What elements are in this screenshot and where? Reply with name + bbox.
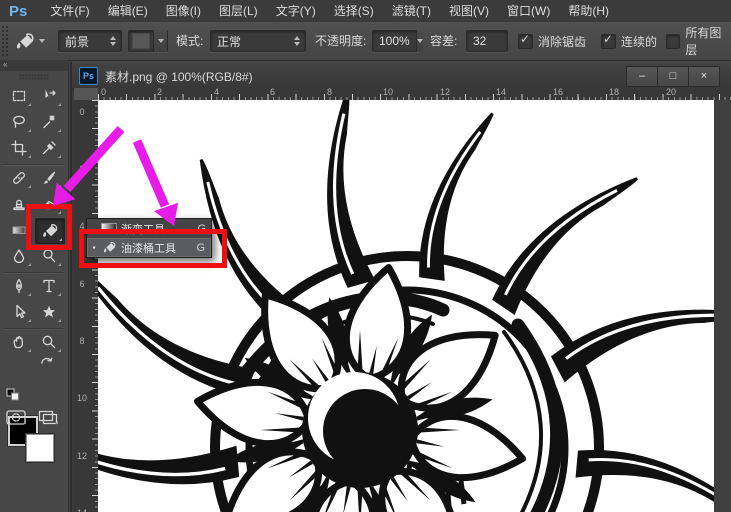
- rectangular-marquee-icon: [11, 88, 27, 104]
- photoshop-logo: Ps: [9, 3, 27, 20]
- all-layers-label: 所有图层: [685, 24, 731, 58]
- custom-shape-icon: [41, 304, 57, 320]
- tool-crop[interactable]: [5, 136, 33, 160]
- background-color-swatch[interactable]: [26, 434, 54, 462]
- pattern-swatch-select[interactable]: [128, 30, 168, 52]
- dodge-icon: [41, 248, 57, 264]
- document-tab[interactable]: Ps 素材.png @ 100%(RGB/8#) – □ ×: [72, 62, 731, 90]
- mode-label: 模式:: [176, 30, 203, 52]
- screen-mode-button[interactable]: [36, 408, 60, 426]
- zoom-icon: [41, 334, 57, 350]
- menu-edit[interactable]: 编辑(E): [99, 0, 157, 22]
- gradient-icon: [11, 222, 27, 238]
- panel-grip[interactable]: [19, 74, 49, 80]
- pasteboard: [714, 100, 731, 512]
- tool-magic-wand[interactable]: [35, 110, 63, 134]
- tool-horizontal-type[interactable]: [35, 274, 63, 298]
- tool-pen[interactable]: [5, 274, 33, 298]
- highlight-box-tool: [26, 204, 72, 250]
- checkbox-box: ✓: [601, 34, 616, 49]
- close-button[interactable]: ×: [689, 67, 719, 86]
- spinner-arrows-icon: [294, 36, 300, 46]
- quick-mask-button[interactable]: [4, 408, 28, 426]
- file-type-icon: Ps: [79, 67, 98, 85]
- panel-collapse-button[interactable]: «: [0, 60, 68, 71]
- mode-select[interactable]: 正常: [210, 30, 306, 52]
- checkbox-box: ✓: [666, 34, 680, 49]
- photoshop-window: Ps 文件(F) 编辑(E) 图像(I) 图层(L) 文字(Y) 选择(S) 滤…: [0, 0, 731, 512]
- quick-mask-icon: [6, 410, 26, 425]
- flower-artwork: [98, 100, 714, 512]
- eyedropper-icon: [41, 140, 57, 156]
- menu-view[interactable]: 视图(V): [440, 0, 498, 22]
- menu-bar: Ps 文件(F) 编辑(E) 图像(I) 图层(L) 文字(Y) 选择(S) 滤…: [0, 0, 731, 23]
- opacity-field[interactable]: 100%: [372, 30, 420, 52]
- menu-type[interactable]: 文字(Y): [267, 0, 325, 22]
- default-colors-icon[interactable]: [6, 388, 20, 401]
- maximize-button[interactable]: □: [658, 67, 689, 86]
- options-grip: [1, 25, 8, 57]
- highlight-box-menu: [79, 229, 227, 268]
- pattern-caret-icon: [153, 30, 167, 52]
- tool-move[interactable]: [35, 84, 63, 108]
- type-tool-icon: [41, 278, 57, 294]
- tools-panel: «: [0, 60, 69, 512]
- anti-alias-label: 消除锯齿: [538, 33, 586, 50]
- window-controls: – □ ×: [626, 66, 720, 87]
- blur-icon: [11, 248, 27, 264]
- menu-window[interactable]: 窗口(W): [498, 0, 559, 22]
- menu-help[interactable]: 帮助(H): [559, 0, 618, 22]
- tolerance-label: 容差:: [430, 30, 457, 52]
- document-window: Ps 素材.png @ 100%(RGB/8#) – □ × 0 2 4 6 8…: [70, 62, 731, 512]
- active-tool-button[interactable]: [14, 30, 45, 52]
- brush-icon: [41, 170, 57, 186]
- crop-icon: [11, 140, 27, 156]
- contiguous-label: 连续的: [621, 33, 657, 50]
- anti-alias-checkbox[interactable]: ✓ 消除锯齿: [518, 30, 586, 52]
- hand-icon: [11, 334, 27, 350]
- tool-spot-healing-brush[interactable]: [5, 166, 33, 190]
- spinner-arrows-icon: [110, 36, 116, 46]
- spot-healing-brush-icon: [11, 170, 27, 186]
- menu-image[interactable]: 图像(I): [157, 0, 210, 22]
- vertical-ruler[interactable]: 0 2 4 6 8 10 12 14: [74, 100, 99, 512]
- swap-colors-icon[interactable]: [40, 354, 56, 368]
- magic-wand-icon: [41, 114, 57, 130]
- tool-brush[interactable]: [35, 166, 63, 190]
- tolerance-field[interactable]: 32: [466, 30, 508, 52]
- all-layers-checkbox[interactable]: ✓ 所有图层: [666, 30, 731, 52]
- tool-eyedropper[interactable]: [35, 136, 63, 160]
- pen-icon: [11, 278, 27, 294]
- pattern-swatch: [132, 33, 150, 49]
- contiguous-checkbox[interactable]: ✓ 连续的: [601, 30, 657, 52]
- minimize-button[interactable]: –: [627, 67, 658, 86]
- paint-bucket-icon: [14, 32, 36, 51]
- tool-hand[interactable]: [5, 330, 33, 354]
- fill-source-select[interactable]: 前景: [58, 30, 122, 52]
- path-selection-icon: [11, 304, 27, 320]
- tool-path-selection[interactable]: [5, 300, 33, 324]
- opacity-label: 不透明度:: [315, 30, 366, 52]
- opacity-caret-icon: [416, 30, 423, 52]
- checkbox-box: ✓: [518, 34, 533, 49]
- menu-filter[interactable]: 滤镜(T): [383, 0, 440, 22]
- menu-layer[interactable]: 图层(L): [210, 0, 267, 22]
- screen-mode-icon: [38, 410, 58, 425]
- document-title: 素材.png @ 100%(RGB/8#): [105, 68, 253, 85]
- menu-file[interactable]: 文件(F): [41, 0, 98, 22]
- clone-stamp-icon: [11, 196, 27, 212]
- document-canvas[interactable]: [98, 100, 714, 512]
- move-icon: [41, 88, 57, 104]
- tool-rectangular-marquee[interactable]: [5, 84, 33, 108]
- tool-options-bar: 前景 模式: 正常 不透明度: 100% 容差: 32 ✓ 消除锯齿 ✓ 连续的: [0, 22, 731, 61]
- menu-select[interactable]: 选择(S): [325, 0, 383, 22]
- tool-zoom[interactable]: [35, 330, 63, 354]
- tool-preset-caret-icon: [39, 39, 45, 43]
- lasso-icon: [11, 114, 27, 130]
- tool-custom-shape[interactable]: [35, 300, 63, 324]
- tool-lasso[interactable]: [5, 110, 33, 134]
